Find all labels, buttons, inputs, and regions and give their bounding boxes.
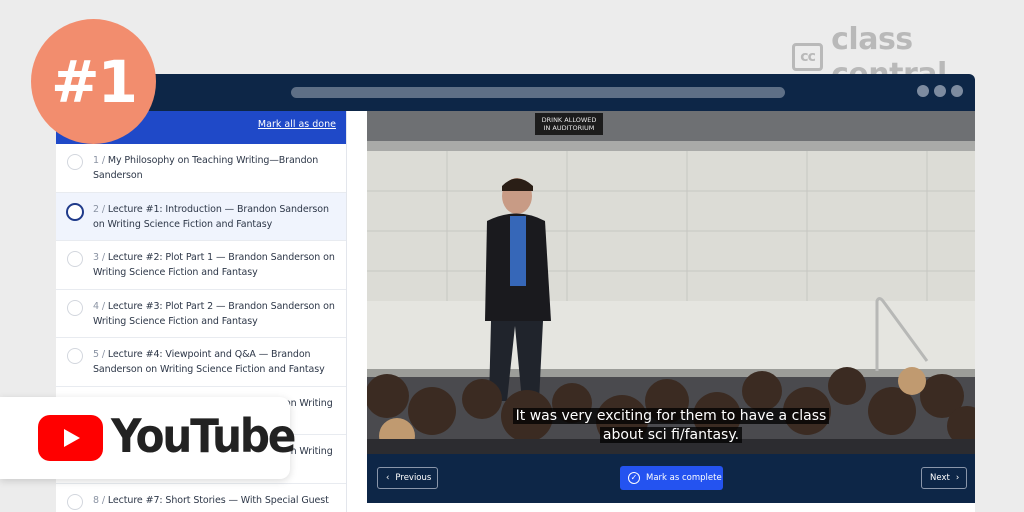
- lesson-item[interactable]: 1 / My Philosophy on Teaching Writing—Br…: [56, 144, 346, 193]
- window-dot-icon[interactable]: [917, 85, 929, 97]
- window-dot-icon[interactable]: [951, 85, 963, 97]
- lesson-number: 3 /: [93, 252, 108, 263]
- caption-line-1: It was very exciting for them to have a …: [512, 408, 830, 424]
- chevron-right-icon: ›: [955, 473, 960, 483]
- lesson-status-circle-icon[interactable]: [67, 348, 83, 364]
- lesson-title-text: My Philosophy on Teaching Writing—Brando…: [93, 155, 319, 181]
- rank-badge: #1: [31, 19, 156, 144]
- caption-line-2: about sci fi/fantasy.: [599, 427, 743, 443]
- lesson-item[interactable]: 5 / Lecture #4: Viewpoint and Q&A — Bran…: [56, 338, 346, 387]
- lesson-number: 5 /: [93, 349, 108, 360]
- lesson-status-circle-icon[interactable]: [67, 251, 83, 267]
- mark-all-done-link[interactable]: Mark all as done: [258, 119, 336, 130]
- lesson-title-text: Lecture #3: Plot Part 2 — Brandon Sander…: [93, 300, 335, 327]
- lesson-status-circle-icon[interactable]: [67, 299, 83, 316]
- content-below-video: [367, 503, 975, 512]
- next-label: Next: [930, 473, 950, 483]
- browser-titlebar: [56, 74, 975, 111]
- address-bar[interactable]: [291, 87, 785, 98]
- lesson-number: 2 /: [93, 203, 108, 215]
- lesson-number: 8 /: [93, 494, 108, 506]
- window-dot-icon[interactable]: [934, 85, 946, 97]
- lesson-status-circle-icon[interactable]: [66, 202, 84, 221]
- window-controls: [917, 85, 963, 97]
- youtube-wordmark: YouTube: [111, 409, 297, 463]
- lesson-status-circle-icon[interactable]: [67, 493, 83, 510]
- previous-button[interactable]: ‹ Previous: [377, 467, 438, 489]
- lecture-video-frame: DRINK ALLOWED IN AUDITORIUM: [367, 111, 975, 454]
- lesson-title-text: Lecture #7: Short Stories — With Special…: [107, 494, 329, 506]
- lesson-title-text: Lecture #4: Viewpoint and Q&A — Brandon …: [93, 349, 325, 375]
- lesson-item[interactable]: 8 / Lecture #7: Short Stories — With Spe…: [56, 484, 346, 512]
- youtube-play-icon: [38, 415, 103, 461]
- video-caption: It was very exciting for them to have a …: [367, 407, 975, 445]
- mark-complete-button[interactable]: ✓ Mark as complete: [620, 466, 723, 490]
- video-controls-bar: ‹ Previous ✓ Mark as complete Next ›: [367, 454, 975, 503]
- lesson-title: 1 / My Philosophy on Teaching Writing—Br…: [93, 153, 336, 183]
- lesson-title: 5 / Lecture #4: Viewpoint and Q&A — Bran…: [93, 347, 336, 377]
- lesson-item[interactable]: 2 / Lecture #1: Introduction — Brandon S…: [56, 192, 346, 241]
- previous-label: Previous: [395, 473, 432, 483]
- lesson-title: 2 / Lecture #1: Introduction — Brandon S…: [93, 202, 336, 232]
- svg-text:IN AUDITORIUM: IN AUDITORIUM: [544, 124, 595, 132]
- lesson-title: 8 / Lecture #7: Short Stories — With Spe…: [93, 493, 336, 508]
- lesson-item[interactable]: 4 / Lecture #3: Plot Part 2 — Brandon Sa…: [56, 290, 346, 338]
- class-central-mark-icon: cc: [792, 43, 824, 71]
- lesson-title: 4 / Lecture #3: Plot Part 2 — Brandon Sa…: [93, 299, 336, 329]
- youtube-logo-card: YouTube: [0, 397, 297, 479]
- lesson-number: 1 /: [93, 155, 108, 166]
- mark-complete-label: Mark as complete: [646, 473, 722, 483]
- video-player[interactable]: DRINK ALLOWED IN AUDITORIUM It was very …: [367, 111, 975, 454]
- check-circle-icon: ✓: [628, 472, 640, 484]
- lesson-status-circle-icon[interactable]: [67, 154, 83, 170]
- lesson-title-text: Lecture #1: Introduction — Brandon Sande…: [93, 203, 329, 230]
- lesson-title-text: Lecture #2: Plot Part 1 — Brandon Sander…: [93, 252, 335, 278]
- svg-text:DRINK ALLOWED: DRINK ALLOWED: [542, 116, 597, 124]
- chevron-left-icon: ‹: [386, 473, 390, 483]
- lesson-item[interactable]: 3 / Lecture #2: Plot Part 1 — Brandon Sa…: [56, 241, 346, 290]
- lesson-number: 4 /: [93, 300, 108, 312]
- next-button[interactable]: Next ›: [921, 467, 967, 489]
- lesson-title: 3 / Lecture #2: Plot Part 1 — Brandon Sa…: [93, 250, 336, 280]
